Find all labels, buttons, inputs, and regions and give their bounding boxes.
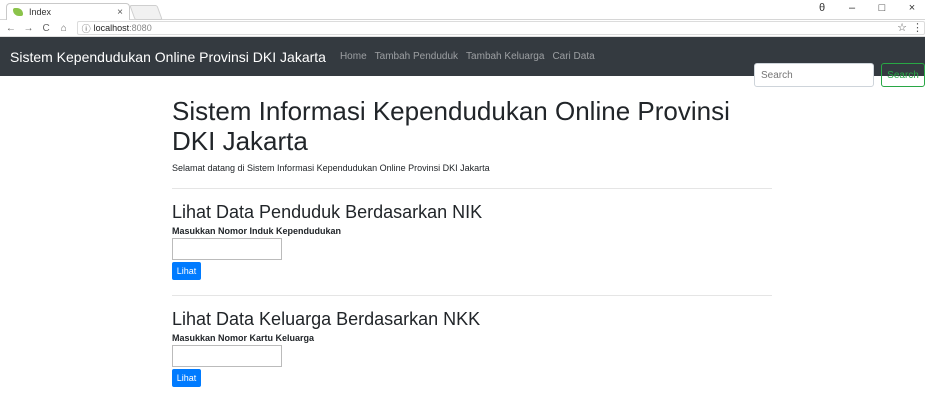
navbar-brand[interactable]: Sistem Kependudukan Online Provinsi DKI … xyxy=(10,49,326,65)
browser-tab[interactable]: Index × xyxy=(6,3,130,20)
url-host: localhost xyxy=(93,23,130,33)
divider xyxy=(172,188,772,189)
minimize-icon[interactable]: – xyxy=(845,2,859,14)
close-window-icon[interactable]: × xyxy=(905,2,919,14)
maximize-icon[interactable]: □ xyxy=(875,2,889,14)
address-bar-row: ← → C ⌂ ⓘ localhost :8080 ☆ ⋮ xyxy=(0,20,925,37)
lihat-nik-button[interactable]: Lihat xyxy=(172,262,201,280)
info-icon[interactable]: ⓘ xyxy=(82,22,91,35)
browser-tab-bar: Index × θ – □ × xyxy=(0,0,925,20)
bookmark-star-icon[interactable]: ☆ xyxy=(897,21,907,34)
tab-close-icon[interactable]: × xyxy=(117,7,123,18)
divider xyxy=(172,295,772,296)
nik-label: Masukkan Nomor Induk Kependudukan xyxy=(172,226,342,236)
welcome-text: Selamat datang di Sistem Informasi Kepen… xyxy=(172,163,490,173)
back-icon[interactable]: ← xyxy=(4,23,18,34)
search-input[interactable] xyxy=(754,63,874,87)
tab-title: Index xyxy=(29,7,52,17)
nav-link-home[interactable]: Home xyxy=(340,51,367,62)
home-icon[interactable]: ⌂ xyxy=(57,23,71,34)
reload-icon[interactable]: C xyxy=(39,23,53,34)
leaf-favicon-icon xyxy=(13,8,23,16)
lihat-nkk-button[interactable]: Lihat xyxy=(172,369,201,387)
new-tab-button[interactable] xyxy=(129,5,163,20)
nkk-section: Lihat Data Keluarga Berdasarkan NKK Masu… xyxy=(172,308,772,387)
account-icon[interactable]: θ xyxy=(815,2,829,14)
nkk-input[interactable] xyxy=(172,345,282,367)
browser-menu-icon[interactable]: ⋮ xyxy=(912,21,923,34)
url-port: :8080 xyxy=(129,23,152,33)
nkk-label: Masukkan Nomor Kartu Keluarga xyxy=(172,333,315,343)
nik-section-title: Lihat Data Penduduk Berdasarkan NIK xyxy=(172,202,483,222)
nav-link-cari-data[interactable]: Cari Data xyxy=(552,51,594,62)
main-content: Sistem Informasi Kependudukan Online Pro… xyxy=(172,96,772,387)
nik-section: Lihat Data Penduduk Berdasarkan NIK Masu… xyxy=(172,201,772,280)
search-button[interactable]: Search xyxy=(881,63,925,87)
forward-icon[interactable]: → xyxy=(22,23,36,34)
window-controls: θ – □ × xyxy=(815,2,919,14)
nav-link-tambah-penduduk[interactable]: Tambah Penduduk xyxy=(375,51,458,62)
nik-input[interactable] xyxy=(172,238,282,260)
page-title: Sistem Informasi Kependudukan Online Pro… xyxy=(172,96,730,156)
nkk-section-title: Lihat Data Keluarga Berdasarkan NKK xyxy=(172,309,481,329)
nav-link-tambah-keluarga[interactable]: Tambah Keluarga xyxy=(466,51,544,62)
url-input[interactable]: ⓘ localhost :8080 xyxy=(76,21,925,35)
